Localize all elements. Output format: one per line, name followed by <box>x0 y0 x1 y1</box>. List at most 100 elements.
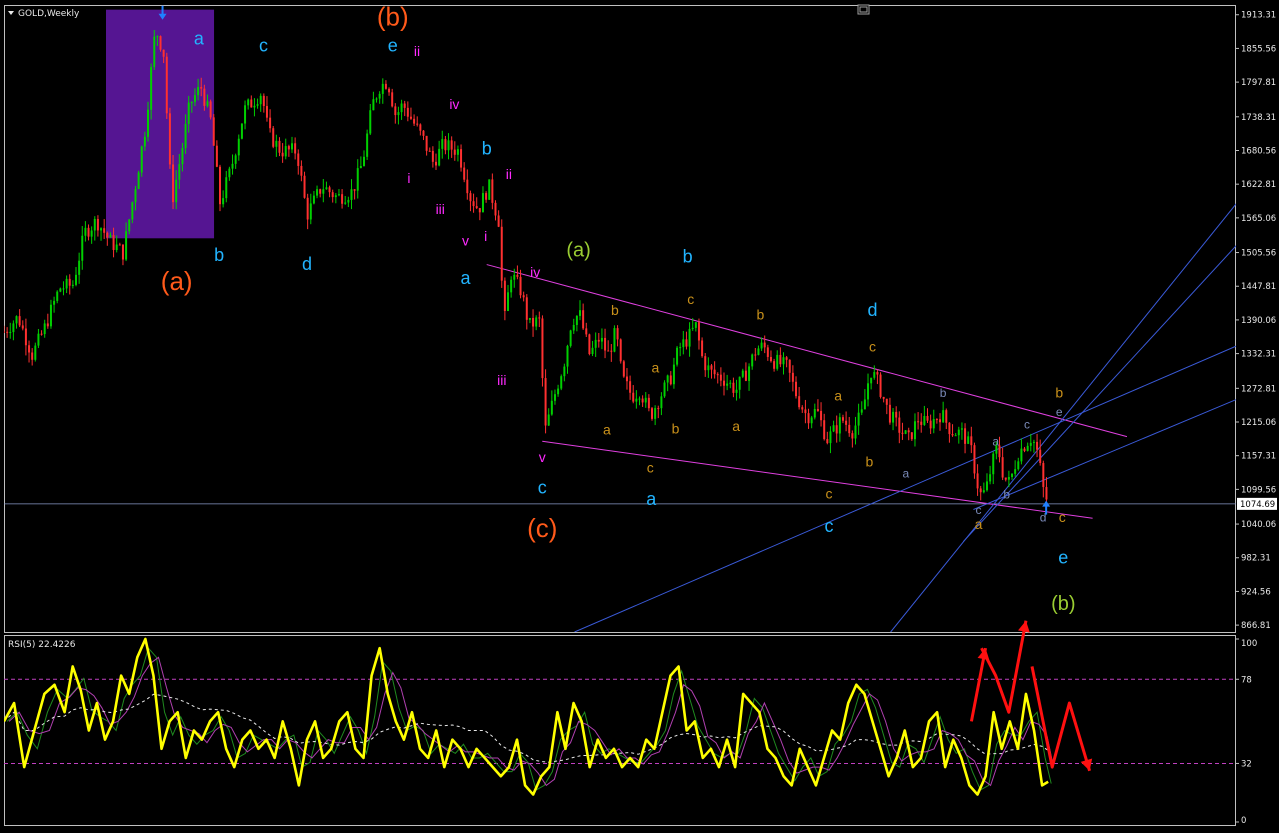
candle-body <box>960 428 963 430</box>
candle-body <box>723 380 726 386</box>
wave-label: a <box>651 360 659 376</box>
candle-body <box>810 417 813 424</box>
candle-body <box>541 318 544 379</box>
candle-body <box>1007 477 1010 480</box>
price-tick-label: 1272.81 <box>1241 384 1276 394</box>
candle-body <box>945 410 948 423</box>
candle-body <box>594 339 597 348</box>
candle-body <box>491 179 494 203</box>
candle-body <box>976 473 979 489</box>
candle-body <box>682 339 685 348</box>
wave-label: v <box>462 233 469 249</box>
candle-body <box>760 342 763 349</box>
candle-body <box>475 206 478 209</box>
candle-body <box>604 337 607 351</box>
candle-body <box>212 117 215 146</box>
wave-label: c <box>259 36 268 56</box>
candle-body <box>388 88 391 93</box>
candle-body <box>485 193 488 200</box>
candle-body <box>879 374 882 397</box>
candle-body <box>1011 473 1014 478</box>
candle-body <box>860 409 863 413</box>
candle-body <box>538 317 541 319</box>
wave-label: b <box>482 138 492 158</box>
candle-body <box>951 434 954 436</box>
candle-body <box>791 372 794 382</box>
candle-body <box>885 398 888 405</box>
candle-body <box>744 370 747 381</box>
candle-body <box>262 95 265 107</box>
candle-body <box>582 310 585 329</box>
candle-body <box>337 194 340 196</box>
candle-body <box>798 396 801 408</box>
price-tick-label: 1099.56 <box>1241 485 1276 495</box>
candle-body <box>1023 448 1026 451</box>
candle-body <box>838 417 841 434</box>
candle-body <box>18 316 21 326</box>
candle-body <box>939 419 942 423</box>
candle-body <box>190 101 193 103</box>
price-tick-label: 1505.56 <box>1241 249 1276 259</box>
wave-label: b <box>866 454 874 470</box>
wave-label: a <box>732 418 740 434</box>
candle-body <box>907 430 910 433</box>
candle-body <box>397 112 400 116</box>
candle-body <box>328 187 331 193</box>
candle-body <box>550 400 553 415</box>
candle-body <box>165 56 168 114</box>
wave-label: iii <box>497 372 506 388</box>
rsi-axis: 100 78 32 0 <box>1236 638 1257 826</box>
candle-body <box>870 377 873 384</box>
candle-body <box>913 421 916 440</box>
candle-body <box>372 99 375 111</box>
candle-body <box>172 164 175 203</box>
candle-body <box>460 149 463 168</box>
candle-body <box>701 340 704 357</box>
candle-body <box>967 436 970 444</box>
candle-body <box>112 235 115 251</box>
candle-body <box>413 118 416 124</box>
candle-body <box>622 361 625 377</box>
candle-body <box>732 382 735 393</box>
candle-body <box>366 133 369 157</box>
candle-body <box>65 278 68 289</box>
candle-body <box>134 189 137 203</box>
candle-body <box>444 139 447 151</box>
candle-body <box>579 310 582 316</box>
candle-body <box>954 435 957 437</box>
candle-body <box>666 375 669 383</box>
candle-body <box>616 328 619 340</box>
candle-body <box>863 399 866 410</box>
candle-body <box>381 83 384 94</box>
candle-body <box>206 101 209 106</box>
window-restore-icon[interactable] <box>857 4 870 15</box>
candle-body <box>203 88 206 106</box>
candle-body <box>441 139 444 149</box>
candle-body <box>378 93 381 99</box>
candle-body <box>1029 442 1032 446</box>
candle-body <box>522 295 525 298</box>
price-tick-label: 1913.31 <box>1241 11 1276 21</box>
candle-body <box>510 279 513 293</box>
candle-body <box>228 168 231 178</box>
candle-body <box>46 323 49 327</box>
candle-body <box>103 228 106 233</box>
candle-body <box>820 410 823 421</box>
candle-body <box>1004 477 1007 480</box>
candle-body <box>78 260 81 275</box>
candle-body <box>882 396 885 399</box>
candle-body <box>394 106 397 116</box>
candle-body <box>168 113 171 165</box>
candle-body <box>488 179 491 200</box>
candle-body <box>447 140 450 151</box>
wave-label: (a) <box>161 266 193 296</box>
candle-body <box>738 376 741 390</box>
candle-body <box>807 413 810 424</box>
rsi-panel-frame <box>4 635 1236 826</box>
candle-body <box>929 420 932 429</box>
candle-body <box>453 149 456 155</box>
candle-body <box>400 103 403 113</box>
candle-body <box>375 98 378 100</box>
candle-body <box>845 420 848 425</box>
candle-body <box>347 199 350 203</box>
